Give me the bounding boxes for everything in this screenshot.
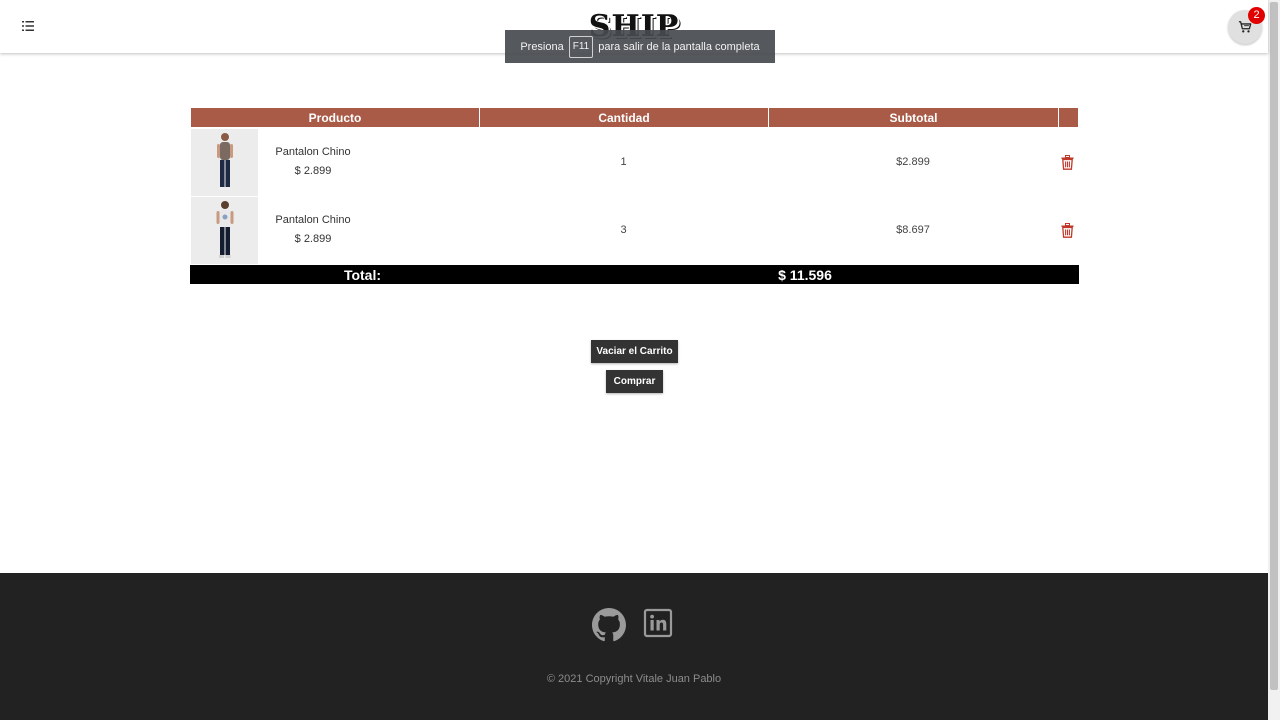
total-label: Total: [343, 266, 382, 283]
delete-item-button[interactable] [1058, 154, 1077, 170]
fullscreen-key: F11 [568, 35, 594, 58]
total-value: $ 11.596 [778, 266, 832, 283]
product-price: $ 2.899 [294, 233, 332, 245]
scrollbar-thumb[interactable] [1270, 2, 1278, 690]
total-bar: Total: $ 11.596 [190, 265, 1079, 284]
buy-button[interactable]: Comprar [606, 370, 663, 393]
product-cell: Pantalon Chino $ 2.899 [190, 128, 479, 196]
quantity-cell: 1 [620, 156, 627, 168]
subtotal-cell: $8.697 [896, 224, 930, 236]
product-image [191, 128, 258, 196]
github-link[interactable] [592, 608, 626, 642]
product-info: Pantalon Chino $ 2.899 [267, 143, 359, 181]
trash-icon [1061, 222, 1074, 238]
product-name: Pantalon Chino [275, 146, 351, 158]
subtotal-cell: $2.899 [896, 156, 930, 168]
empty-cart-button[interactable]: Vaciar el Carrito [591, 340, 678, 363]
vertical-scrollbar[interactable] [1268, 0, 1280, 720]
fullscreen-notice: Presiona F11 para salir de la pantalla c… [505, 30, 775, 63]
quantity-cell: 3 [620, 224, 627, 236]
cart-icon [1238, 21, 1252, 33]
product-image [191, 196, 258, 264]
product-info: Pantalon Chino $ 2.899 [267, 211, 359, 249]
copyright-text: © 2021 Copyright Vitale Juan Pablo [546, 673, 722, 685]
page: SHIP MARKET 2 Presiona F11 para salir de… [0, 0, 1280, 720]
footer: © 2021 Copyright Vitale Juan Pablo [0, 573, 1268, 720]
delete-item-button[interactable] [1058, 222, 1077, 238]
product-name: Pantalon Chino [275, 214, 351, 226]
github-icon [592, 608, 626, 642]
table-header: Producto Cantidad Subtotal [190, 107, 1079, 128]
linkedin-icon [643, 608, 673, 638]
product-price: $ 2.899 [294, 165, 332, 177]
column-header-product: Producto [191, 108, 480, 127]
table-row: Pantalon Chino $ 2.899 3 $8.697 [190, 196, 1079, 264]
trash-icon [1061, 154, 1074, 170]
cart-count-badge: 2 [1248, 7, 1265, 24]
cart-table: Producto Cantidad Subtotal Pantalon Chin… [190, 107, 1079, 284]
column-header-actions [1059, 108, 1078, 127]
menu-icon[interactable] [20, 18, 36, 34]
table-row: Pantalon Chino $ 2.899 1 $2.899 [190, 128, 1079, 196]
column-header-subtotal: Subtotal [769, 108, 1059, 127]
fullscreen-notice-prefix: Presiona [520, 40, 564, 53]
linkedin-link[interactable] [643, 608, 677, 642]
product-cell: Pantalon Chino $ 2.899 [190, 196, 479, 264]
fullscreen-notice-suffix: para salir de la pantalla completa [598, 40, 760, 53]
column-header-quantity: Cantidad [480, 108, 769, 127]
